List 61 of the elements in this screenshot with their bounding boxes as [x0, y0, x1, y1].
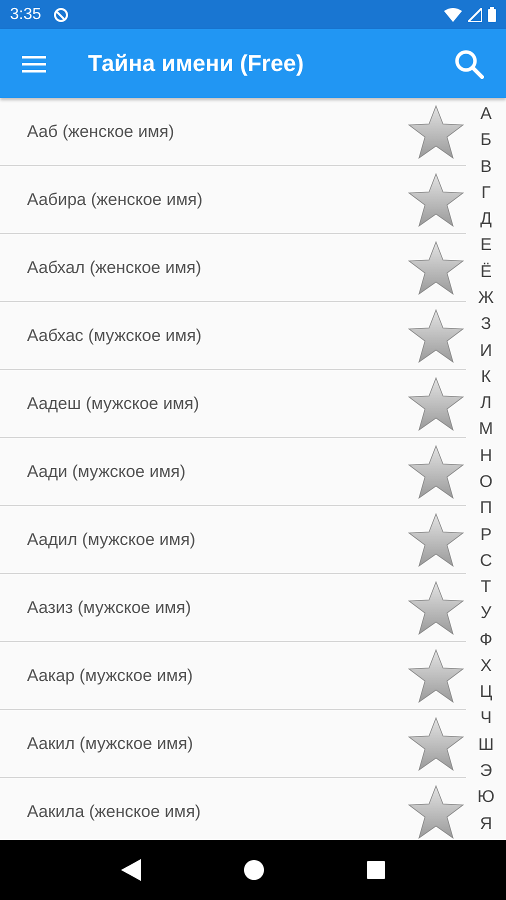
name-item[interactable]: Ааб (женское имя) [27, 122, 408, 142]
alphabet-letter[interactable]: Э [480, 761, 492, 782]
alphabet-letter[interactable]: П [480, 498, 492, 518]
battery-icon [488, 7, 496, 22]
name-item[interactable]: Аакил (мужское имя) [27, 734, 408, 754]
name-item[interactable]: Аабхал (женское имя) [27, 258, 408, 278]
star-icon[interactable] [408, 172, 464, 228]
star-icon[interactable] [408, 376, 464, 432]
alphabet-letter[interactable]: Ё [480, 262, 492, 282]
wifi-icon [444, 8, 462, 22]
status-time: 3:35 [10, 6, 42, 24]
alphabet-letter[interactable]: О [479, 472, 493, 492]
alphabet-letter[interactable]: И [480, 340, 492, 361]
app-title: Тайна имени (Free) [88, 50, 305, 77]
name-item[interactable]: Аабира (женское имя) [27, 190, 408, 210]
signal-icon [468, 8, 482, 22]
alphabet-letter[interactable]: З [480, 314, 492, 334]
search-icon[interactable] [454, 48, 484, 78]
alphabet-letter[interactable]: Ч [480, 708, 492, 728]
status-app-icon [53, 6, 70, 22]
alphabet-letter[interactable]: Л [480, 393, 492, 414]
recents-icon[interactable] [366, 861, 385, 879]
name-item[interactable]: Аакар (мужское имя) [27, 666, 408, 686]
alphabet-letter[interactable]: Н [480, 446, 492, 466]
star-icon[interactable] [408, 580, 464, 636]
menu-icon[interactable] [22, 54, 46, 72]
star-icon[interactable] [408, 240, 464, 296]
alphabet-letter[interactable]: Ф [480, 630, 492, 650]
star-icon[interactable] [408, 716, 464, 772]
alphabet-letter[interactable]: Т [480, 577, 492, 598]
name-item[interactable]: Аади (мужское имя) [27, 462, 408, 482]
alphabet-letter[interactable]: Д [480, 209, 492, 230]
back-icon[interactable] [121, 859, 142, 881]
alphabet-letter[interactable]: А [480, 104, 492, 124]
alphabet-letter[interactable]: Б [480, 130, 492, 150]
alphabet-letter[interactable]: Ш [478, 734, 494, 755]
star-icon[interactable] [408, 444, 464, 500]
alphabet-letter[interactable]: М [478, 419, 494, 440]
alphabet-letter[interactable]: Р [480, 524, 492, 544]
star-icon[interactable] [408, 648, 464, 704]
alphabet-letter[interactable]: К [481, 366, 491, 387]
alphabet-letter[interactable]: Г [481, 182, 491, 203]
star-icon[interactable] [408, 104, 464, 160]
alphabet-letter[interactable]: В [480, 156, 492, 177]
name-item[interactable]: Аакила (женское имя) [27, 802, 408, 822]
name-item[interactable]: Аадил (мужское имя) [27, 530, 408, 550]
star-icon[interactable] [408, 308, 464, 364]
alphabet-letter[interactable]: У [480, 603, 492, 624]
alphabet-letter[interactable]: Х [480, 656, 492, 676]
alphabet-letter[interactable]: С [480, 550, 492, 571]
alphabet-letter[interactable]: Я [480, 814, 492, 834]
star-icon[interactable] [408, 784, 464, 840]
alphabet-letter[interactable]: Ж [478, 288, 494, 308]
alphabet-letter[interactable]: Е [480, 235, 492, 256]
name-item[interactable]: Аадеш (мужское имя) [27, 394, 408, 414]
star-icon[interactable] [408, 512, 464, 568]
alphabet-letter[interactable]: Ц [480, 682, 492, 702]
alphabet-letter[interactable]: Ю [477, 787, 495, 808]
home-icon[interactable] [244, 860, 264, 880]
name-item[interactable]: Аазиз (мужское имя) [27, 598, 408, 618]
name-item[interactable]: Аабхас (мужское имя) [27, 326, 408, 346]
